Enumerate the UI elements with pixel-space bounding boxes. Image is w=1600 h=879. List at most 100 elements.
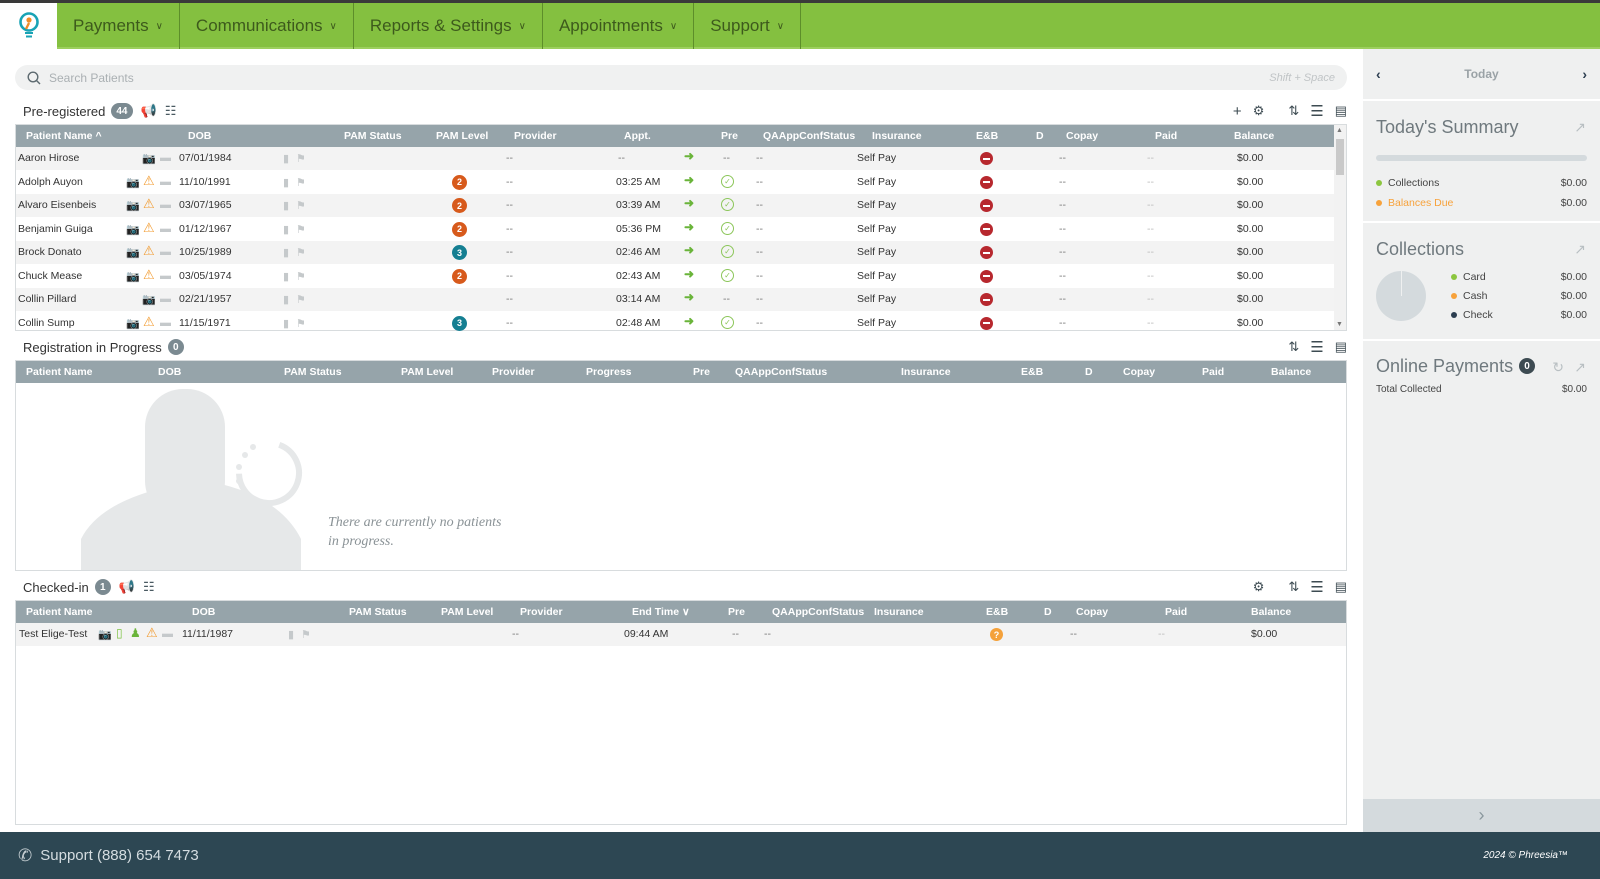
- col-eb[interactable]: E&B: [986, 606, 1008, 618]
- insurance-card-icon[interactable]: ▬: [160, 199, 171, 211]
- col-balance[interactable]: Balance: [1234, 130, 1274, 142]
- camera-icon[interactable]: 📷: [142, 293, 156, 306]
- check-in-arrow-icon[interactable]: ➜: [684, 267, 694, 281]
- col-qaappconfstatus[interactable]: QAAppConfStatus: [772, 606, 864, 618]
- flag-icon[interactable]: ⚑: [296, 176, 306, 189]
- nav-communications[interactable]: Communications ∨: [180, 3, 354, 49]
- document-icon[interactable]: ▮: [283, 152, 289, 165]
- eligibility-denied-icon[interactable]: [980, 222, 993, 236]
- eligibility-denied-icon[interactable]: [980, 199, 993, 212]
- col-appt[interactable]: Appt.: [624, 130, 651, 142]
- table-row[interactable]: Adolph Auyon 📷 ⚠ ▬ 11/10/1991 ▮ ⚑ 2 -- 03:25 AM ➜ ✓…: [16, 171, 1334, 194]
- patient-name[interactable]: Test Elige-Test: [19, 628, 87, 640]
- col-copay[interactable]: Copay: [1076, 606, 1108, 618]
- col-patient-name[interactable]: Patient Name: [26, 366, 93, 378]
- patient-name[interactable]: Alvaro Eisenbeis: [18, 199, 96, 211]
- flag-icon[interactable]: ⚑: [296, 246, 306, 259]
- col-dob[interactable]: DOB: [192, 606, 215, 618]
- table-row[interactable]: Benjamin Guiga 📷 ⚠ ▬ 01/12/1967 ▮ ⚑ 2 -- 05:36 PM…: [16, 218, 1334, 241]
- table-row[interactable]: Collin Sump 📷 ⚠ ▬ 11/15/1971 ▮ ⚑ 3 -- 02:48 AM ➜ ✓ -…: [16, 312, 1334, 335]
- col-paid[interactable]: Paid: [1155, 130, 1177, 142]
- scrollbar-thumb[interactable]: [1336, 139, 1344, 175]
- check-in-arrow-icon[interactable]: ➜: [684, 243, 694, 257]
- col-pre[interactable]: Pre: [721, 130, 738, 142]
- external-link-icon[interactable]: ↗: [1574, 359, 1586, 376]
- table-row[interactable]: Chuck Mease 📷 ⚠ ▬ 03/05/1974 ▮ ⚑ 2 -- 02:43 AM ➜ ✓ -…: [16, 265, 1334, 288]
- card-view-icon[interactable]: ▤: [1335, 339, 1347, 355]
- col-provider[interactable]: Provider: [520, 606, 563, 618]
- sidebar-collapse-toggle[interactable]: ›: [1363, 799, 1600, 832]
- megaphone-icon[interactable]: 📢: [119, 579, 135, 595]
- insurance-card-icon[interactable]: ▬: [160, 176, 171, 188]
- eligibility-denied-icon[interactable]: [980, 316, 993, 330]
- vertical-scrollbar[interactable]: ▲ ▼: [1334, 125, 1346, 330]
- col-pam-level[interactable]: PAM Level: [401, 366, 453, 378]
- patient-name[interactable]: Aaron Hirose: [18, 152, 79, 164]
- check-in-arrow-icon[interactable]: ➜: [684, 173, 694, 187]
- check-in-arrow-icon[interactable]: ➜: [684, 196, 694, 210]
- table-row[interactable]: Aaron Hirose 📷 ▬ 07/01/1984 ▮ ⚑ -- -- ➜ -- -- Self …: [16, 147, 1334, 171]
- support-phone[interactable]: ✆ Support (888) 654 7473: [18, 846, 199, 866]
- col-d[interactable]: D: [1036, 130, 1044, 142]
- document-icon[interactable]: ▮: [283, 246, 289, 259]
- eligibility-denied-icon[interactable]: [980, 246, 993, 259]
- document-icon[interactable]: ▮: [283, 223, 289, 236]
- card-view-icon[interactable]: ▤: [1335, 579, 1347, 595]
- check-in-arrow-icon[interactable]: ➜: [684, 314, 694, 328]
- camera-icon[interactable]: 📷: [98, 628, 112, 641]
- col-insurance[interactable]: Insurance: [874, 606, 924, 618]
- col-balance[interactable]: Balance: [1271, 366, 1311, 378]
- filter-sliders-icon[interactable]: ☷: [165, 103, 177, 119]
- insurance-card-icon[interactable]: ▬: [160, 223, 171, 235]
- col-dob[interactable]: DOB: [158, 366, 181, 378]
- patient-name[interactable]: Benjamin Guiga: [18, 223, 93, 235]
- camera-icon[interactable]: 📷: [126, 223, 140, 236]
- nav-reports-settings[interactable]: Reports & Settings ∨: [354, 3, 543, 49]
- insurance-card-icon[interactable]: ▬: [162, 628, 173, 640]
- flag-icon[interactable]: ⚑: [296, 223, 306, 236]
- flag-icon[interactable]: ⚑: [301, 628, 311, 641]
- collapse-icon[interactable]: ⇅: [1288, 339, 1299, 355]
- list-view-icon[interactable]: ☰: [1310, 102, 1323, 120]
- col-copay[interactable]: Copay: [1123, 366, 1155, 378]
- camera-icon[interactable]: 📷: [126, 270, 140, 283]
- col-progress[interactable]: Progress: [586, 366, 632, 378]
- col-paid[interactable]: Paid: [1165, 606, 1187, 618]
- external-link-icon[interactable]: ↗: [1574, 241, 1586, 258]
- flag-icon[interactable]: ⚑: [296, 317, 306, 330]
- col-copay[interactable]: Copay: [1066, 130, 1098, 142]
- col-qaappconfstatus[interactable]: QAAppConfStatus: [763, 130, 855, 142]
- scroll-down-arrow-icon[interactable]: ▼: [1336, 321, 1343, 328]
- document-icon[interactable]: ▮: [288, 628, 294, 641]
- camera-icon[interactable]: 📷: [126, 246, 140, 259]
- col-paid[interactable]: Paid: [1202, 366, 1224, 378]
- megaphone-icon[interactable]: 📢: [141, 103, 157, 119]
- col-d[interactable]: D: [1085, 366, 1093, 378]
- document-icon[interactable]: ▮: [283, 176, 289, 189]
- insurance-card-icon[interactable]: ▬: [160, 317, 171, 329]
- list-view-icon[interactable]: ☰: [1310, 578, 1323, 596]
- col-eb[interactable]: E&B: [976, 130, 998, 142]
- add-icon[interactable]: +: [1233, 103, 1242, 120]
- patient-name[interactable]: Adolph Auyon: [18, 176, 83, 188]
- check-in-arrow-icon[interactable]: ➜: [684, 149, 694, 163]
- nav-payments[interactable]: Payments ∨: [57, 3, 180, 49]
- patient-name[interactable]: Collin Sump: [18, 317, 75, 329]
- list-view-icon[interactable]: ☰: [1310, 338, 1323, 356]
- flag-icon[interactable]: ⚑: [296, 270, 306, 283]
- col-balance[interactable]: Balance: [1251, 606, 1291, 618]
- col-d[interactable]: D: [1044, 606, 1052, 618]
- refresh-icon[interactable]: ↻: [1552, 359, 1564, 376]
- camera-icon[interactable]: 📷: [126, 317, 140, 330]
- check-in-arrow-icon[interactable]: ➜: [684, 290, 694, 304]
- collapse-icon[interactable]: ⇅: [1288, 103, 1299, 119]
- card-view-icon[interactable]: ▤: [1335, 103, 1347, 119]
- col-pre[interactable]: Pre: [728, 606, 745, 618]
- document-icon[interactable]: ▮: [283, 199, 289, 212]
- col-pam-status[interactable]: PAM Status: [349, 606, 407, 618]
- nav-appointments[interactable]: Appointments ∨: [543, 3, 695, 49]
- eligibility-denied-icon[interactable]: [980, 175, 993, 189]
- flag-icon[interactable]: ⚑: [296, 293, 306, 306]
- document-icon[interactable]: ▮: [283, 293, 289, 306]
- settings-gear-icon[interactable]: ⚙: [1253, 579, 1265, 595]
